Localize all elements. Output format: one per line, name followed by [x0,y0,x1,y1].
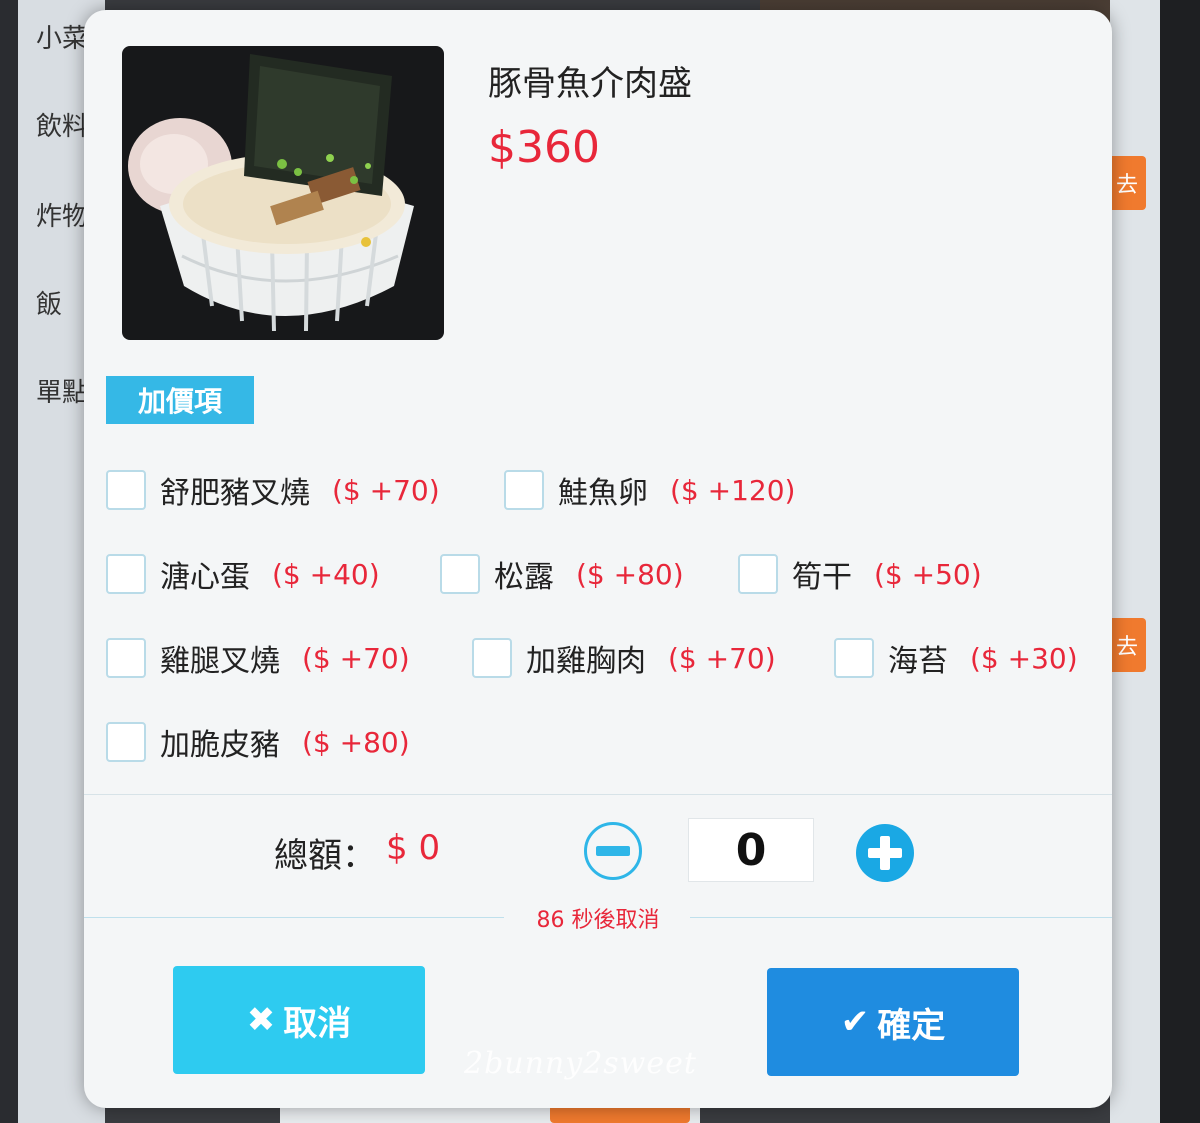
addon-price: ($ +70) [332,473,440,507]
quantity-display: 0 [688,818,814,882]
addon-price: ($ +120) [670,473,796,507]
addon-checkbox[interactable] [440,554,480,594]
addon-checkbox[interactable] [106,638,146,678]
addon-option[interactable]: 筍干 ($ +50) [738,552,982,596]
addon-checkbox[interactable] [504,470,544,510]
addon-name: 舒肥豬叉燒 [160,476,310,511]
decrease-quantity-button[interactable] [584,822,642,880]
cancel-button[interactable]: ✖ 取消 [173,966,425,1074]
addon-name: 海苔 [888,644,948,679]
addon-price: ($ +40) [272,557,380,591]
confirm-button[interactable]: ✔ 確定 [767,968,1019,1076]
addon-option[interactable]: 溏心蛋 ($ +40) [106,552,380,596]
increase-quantity-button[interactable] [856,824,914,882]
minus-icon [596,846,630,856]
addon-option[interactable]: 海苔 ($ +30) [834,636,1078,680]
addon-option[interactable]: 松露 ($ +80) [440,552,684,596]
addon-name: 雞腿叉燒 [160,644,280,679]
addon-checkbox[interactable] [106,554,146,594]
addon-option[interactable]: 鮭魚卵 ($ +120) [504,468,795,512]
item-options-dialog: 豚骨魚介肉盛 $360 加價項 舒肥豬叉燒 ($ +70) 鮭魚卵 ($ +12… [84,10,1112,1108]
confirm-label: 確定 [877,1005,946,1046]
category-item[interactable]: 飯 [36,284,62,321]
addon-price: ($ +70) [302,641,410,675]
close-icon: ✖ [246,1000,276,1040]
addon-name: 筍干 [792,560,852,595]
addon-checkbox[interactable] [106,470,146,510]
addon-checkbox[interactable] [472,638,512,678]
item-name: 豚骨魚介肉盛 [488,64,692,104]
cancel-label: 取消 [283,1003,352,1044]
total-value: $ 0 [386,828,441,868]
addon-price: ($ +70) [668,641,776,675]
addon-name: 鮭魚卵 [558,476,648,511]
add-to-order-button[interactable]: 去 [1108,618,1146,672]
add-to-order-button[interactable]: 去 [1108,156,1146,210]
addon-option[interactable]: 加雞胸肉 ($ +70) [472,636,776,680]
addon-price: ($ +50) [874,557,982,591]
addon-name: 加雞胸肉 [526,644,646,679]
addon-checkbox[interactable] [738,554,778,594]
addon-checkbox[interactable] [106,722,146,762]
item-price: $360 [488,122,600,173]
check-icon: ✔ [840,1002,870,1042]
addon-option[interactable]: 加脆皮豬 ($ +80) [106,720,410,764]
ramen-photo [122,46,444,340]
watermark: 2bunny2sweet [464,1046,697,1081]
category-item[interactable]: 炸物 [36,196,88,233]
divider [84,794,1112,795]
category-item[interactable]: 小菜 [36,18,88,55]
addon-name: 加脆皮豬 [160,728,280,763]
addon-price: ($ +80) [302,725,410,759]
addon-price: ($ +80) [576,557,684,591]
addon-checkbox[interactable] [834,638,874,678]
category-item[interactable]: 飲料 [36,106,88,143]
addons-section-tag: 加價項 [106,376,254,424]
addon-option[interactable]: 雞腿叉燒 ($ +70) [106,636,410,680]
auto-cancel-countdown: 86 秒後取消 [536,908,660,933]
total-label: 總額： [274,836,376,876]
addon-price: ($ +30) [970,641,1078,675]
addon-name: 溏心蛋 [160,560,250,595]
addon-name: 松露 [494,560,554,595]
addon-option[interactable]: 舒肥豬叉燒 ($ +70) [106,468,440,512]
category-item[interactable]: 單點 [36,372,88,409]
